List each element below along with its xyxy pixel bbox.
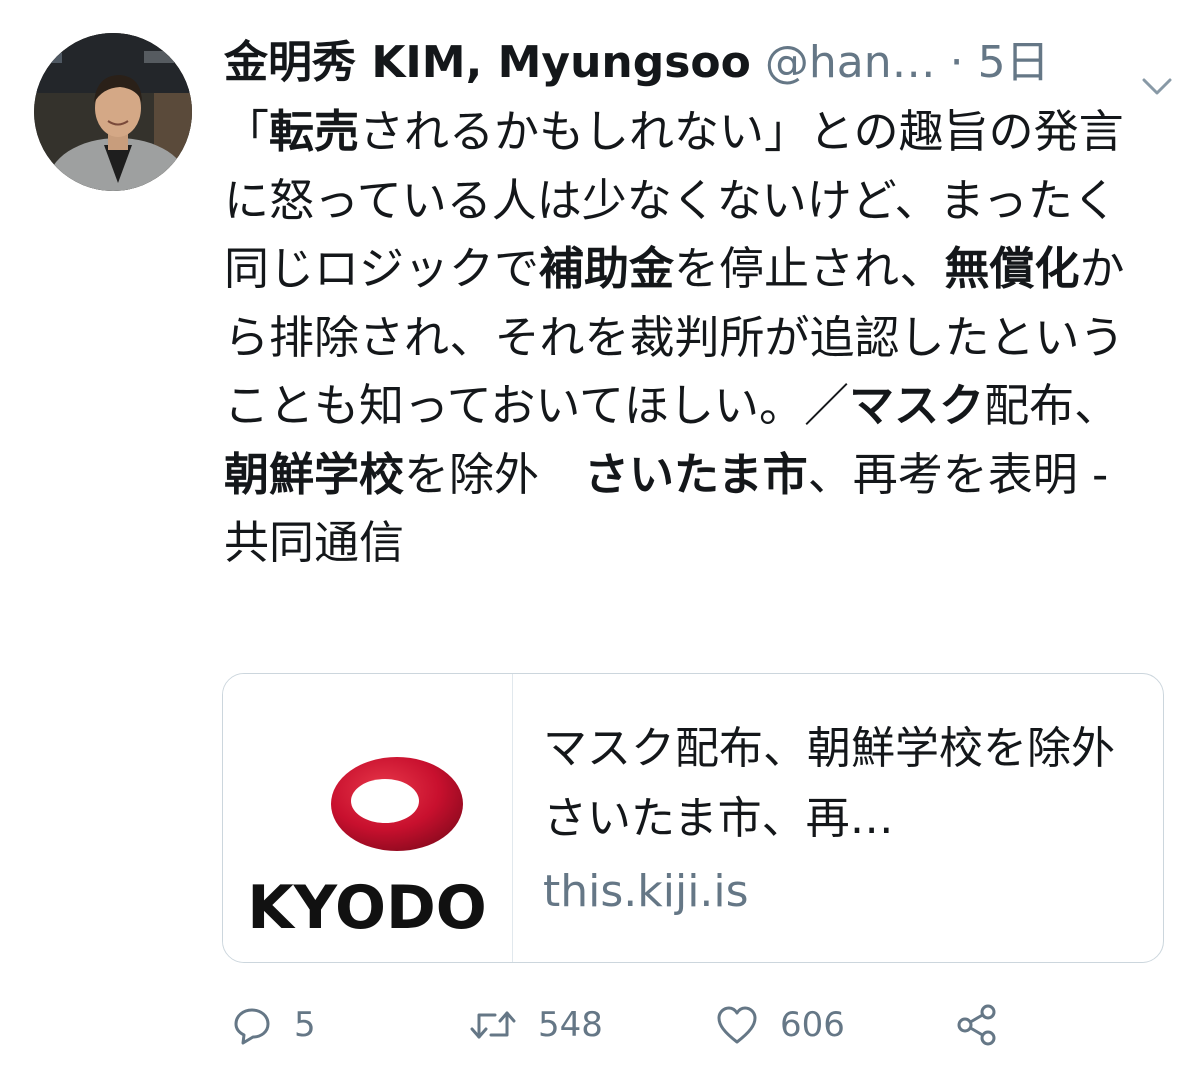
like-button[interactable]: 606	[714, 995, 845, 1055]
reply-button[interactable]: 5	[230, 995, 316, 1055]
retweet-button[interactable]: 548	[468, 995, 603, 1055]
tweet-text-bold-run: 補助金	[539, 242, 675, 295]
kyodo-logo: KYODO	[223, 674, 513, 962]
author-name[interactable]: 金明秀 KIM, Myungsoo	[224, 37, 751, 88]
tweet-text-run: を停止され、	[674, 242, 945, 295]
tweet-header: 金明秀 KIM, Myungsoo @han… · 5日	[224, 28, 1174, 98]
like-count: 606	[780, 1005, 845, 1045]
tweet-text-bold-run: 無償化	[944, 242, 1080, 295]
tweet-text-bold-run: 朝鮮学校	[224, 447, 405, 501]
tweet-text: 「転売されるかもしれない」との趣旨の発言に怒っている人は少なくないけど、まったく…	[224, 98, 1144, 578]
retweet-count: 548	[538, 1005, 603, 1045]
share-icon	[954, 1003, 1000, 1047]
tweet-text-run: 配布、	[984, 379, 1120, 432]
author-handle[interactable]: @han…	[765, 37, 936, 88]
tweet-text-run: を除外	[404, 447, 585, 501]
kyodo-logo-text: KYODO	[247, 873, 487, 943]
link-card[interactable]: KYODO マスク配布、朝鮮学校を除外 さいたま市、再… this.kiji.i…	[222, 673, 1164, 963]
chevron-down-icon[interactable]	[1140, 50, 1174, 95]
card-body: マスク配布、朝鮮学校を除外 さいたま市、再… this.kiji.is	[543, 714, 1159, 922]
card-title[interactable]: マスク配布、朝鮮学校を除外 さいたま市、再…	[543, 714, 1159, 854]
separator-dot: ·	[949, 37, 964, 88]
retweet-icon	[468, 1003, 518, 1047]
reply-icon	[230, 1003, 274, 1047]
reply-count: 5	[294, 1005, 316, 1045]
tweet-text-bold-run: マスク	[849, 379, 985, 432]
action-bar: 5 548 606	[224, 995, 1124, 1055]
heart-icon	[714, 1003, 760, 1047]
tweet-text-bold-run: さいたま市	[584, 447, 808, 501]
avatar[interactable]	[34, 33, 192, 191]
share-button[interactable]	[954, 995, 1000, 1055]
tweet-text-run: 「	[224, 105, 270, 158]
tweet-text-bold-run: 転売	[269, 105, 360, 158]
timestamp[interactable]: 5日	[978, 37, 1050, 88]
card-domain: this.kiji.is	[543, 866, 749, 917]
